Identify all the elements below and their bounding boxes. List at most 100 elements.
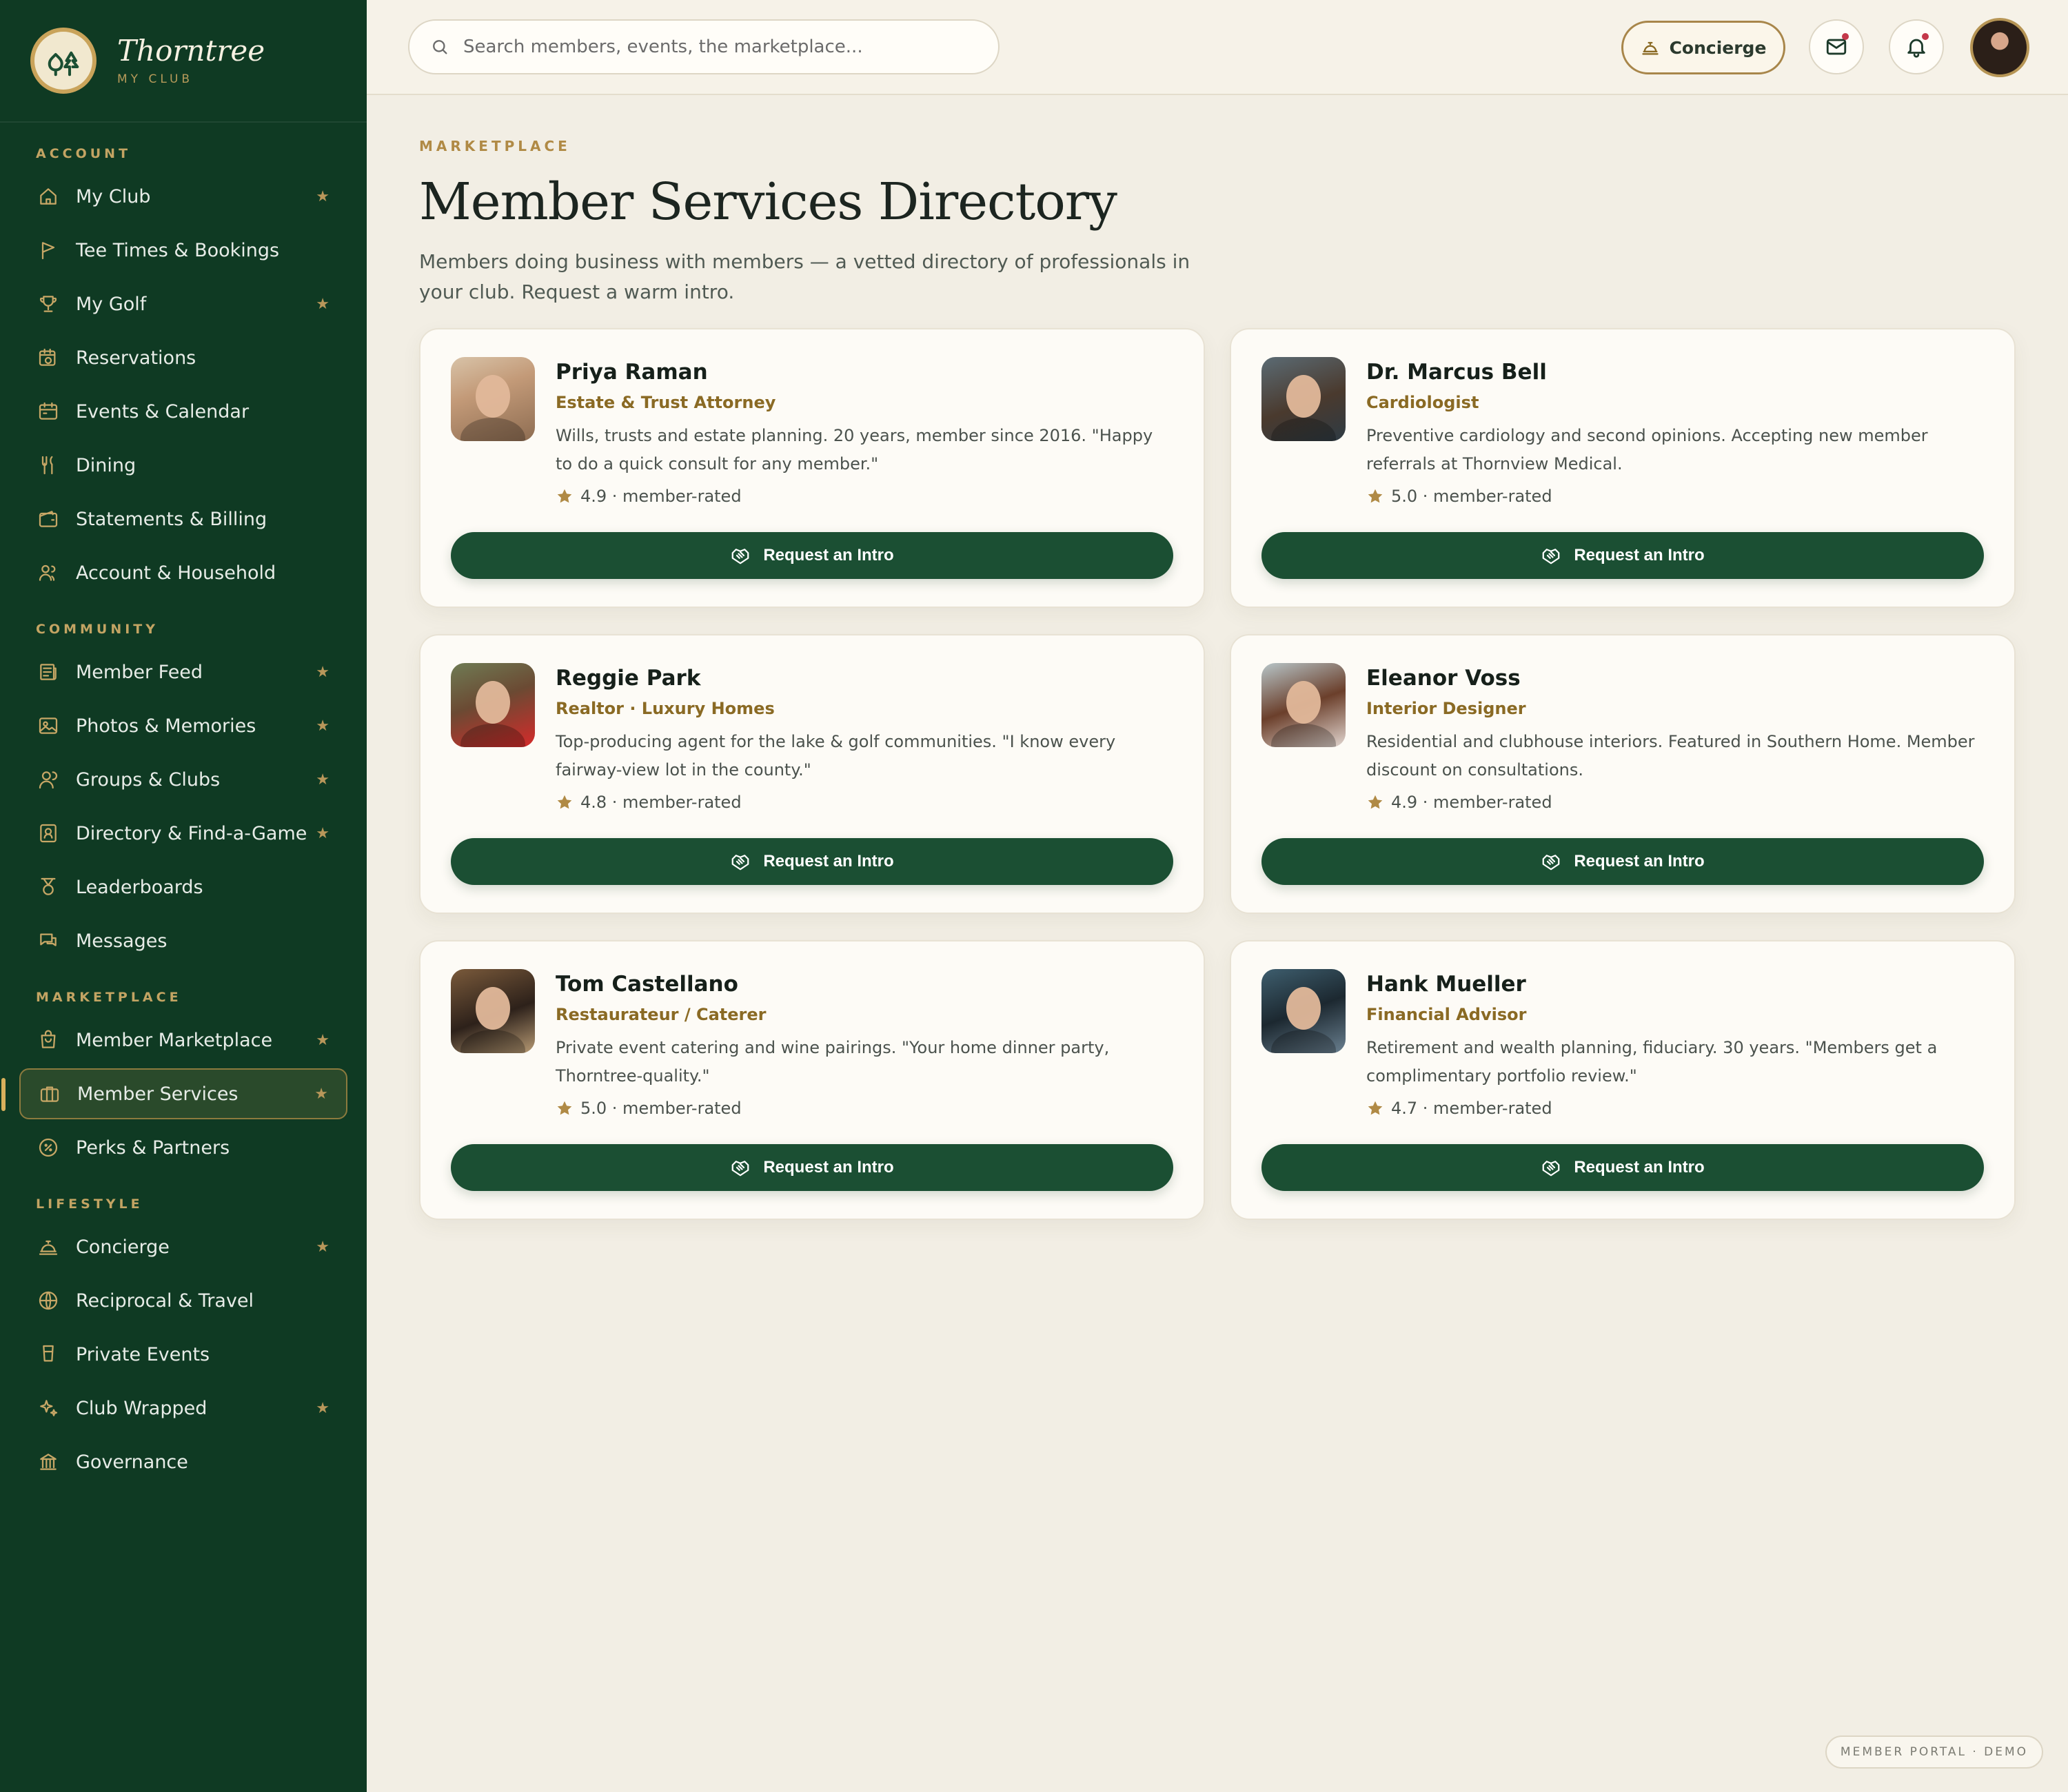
sidebar-item-label: Perks & Partners [76, 1137, 230, 1159]
sidebar-nav: ACCOUNT My Club ★ Tee Times & Bookings My Go… [0, 146, 367, 1487]
sidebar-item-member-services[interactable]: Member Services ★ [1, 1068, 347, 1119]
sidebar-item-my-club[interactable]: My Club ★ [19, 171, 347, 222]
member-name[interactable]: Hank Mueller [1366, 972, 1984, 997]
sidebar-item-perks-and-partners[interactable]: Perks & Partners [19, 1122, 347, 1173]
users-icon [36, 560, 61, 585]
sidebar-item-statements-and-billing[interactable]: Statements & Billing [19, 493, 347, 544]
sidebar-item-label: Member Marketplace [76, 1029, 273, 1051]
service-description: Preventive cardiology and second opinion… [1366, 426, 1928, 474]
member-photo-face [476, 681, 510, 724]
sidebar-item-dining[interactable]: Dining [19, 440, 347, 491]
star-icon [556, 793, 574, 811]
sidebar-item-label: Events & Calendar [76, 400, 250, 422]
request-intro-button[interactable]: Request an Intro [451, 532, 1173, 579]
rating-text: 5.0 · member-rated [580, 1099, 742, 1118]
sidebar-item-label: My Golf [76, 293, 147, 315]
sidebar-item-governance[interactable]: Governance [19, 1436, 347, 1487]
member-photo[interactable] [1261, 357, 1346, 441]
member-photo[interactable] [451, 969, 535, 1053]
brand[interactable]: Thorntree MY CLUB [0, 0, 367, 123]
briefcase-icon [37, 1081, 62, 1106]
handshake-icon [1541, 1157, 1561, 1178]
favorite-star-icon[interactable]: ★ [316, 1239, 330, 1256]
nav-section-heading: LIFESTYLE [36, 1197, 143, 1212]
active-indicator [1, 1078, 6, 1111]
member-name[interactable]: Tom Castellano [556, 972, 1173, 997]
search-bar[interactable] [408, 19, 1000, 74]
member-photo[interactable] [1261, 969, 1346, 1053]
sidebar-item-events-and-calendar[interactable]: Events & Calendar [19, 386, 347, 437]
sidebar-item-my-golf[interactable]: My Golf ★ [19, 278, 347, 329]
request-intro-button[interactable]: Request an Intro [451, 1144, 1173, 1191]
user-avatar[interactable] [1970, 18, 2029, 77]
service-description: Residential and clubhouse interiors. Fea… [1366, 732, 1975, 780]
favorite-star-icon[interactable]: ★ [316, 296, 330, 313]
home-icon [36, 184, 61, 209]
favorite-star-icon[interactable]: ★ [316, 825, 330, 842]
sidebar-item-label: Concierge [76, 1236, 170, 1258]
member-name[interactable]: Dr. Marcus Bell [1366, 360, 1984, 385]
shopping-bag-icon [36, 1028, 61, 1052]
favorite-star-icon[interactable]: ★ [316, 717, 330, 735]
sidebar-item-groups-and-clubs[interactable]: Groups & Clubs ★ [19, 754, 347, 805]
request-intro-button[interactable]: Request an Intro [1261, 838, 1984, 885]
member-name[interactable]: Reggie Park [556, 666, 1173, 691]
request-intro-button[interactable]: Request an Intro [1261, 532, 1984, 579]
favorite-star-icon[interactable]: ★ [316, 1400, 330, 1417]
search-input[interactable] [463, 37, 987, 57]
service-card: Hank Mueller Financial Advisor Retiremen… [1230, 940, 2016, 1220]
favorite-star-icon[interactable]: ★ [316, 188, 330, 205]
sidebar-item-tee-times-and-bookings[interactable]: Tee Times & Bookings [19, 225, 347, 276]
sidebar: Thorntree MY CLUB ACCOUNT My Club ★ Tee Tim… [0, 0, 367, 1792]
sidebar-item-club-wrapped[interactable]: Club Wrapped ★ [19, 1383, 347, 1434]
globe-icon [36, 1288, 61, 1313]
rating-text: 4.9 · member-rated [580, 487, 742, 506]
member-rating: 4.9 · member-rated [556, 487, 1173, 506]
service-card: Dr. Marcus Bell Cardiologist Preventive … [1230, 328, 2016, 608]
sidebar-item-reciprocal-and-travel[interactable]: Reciprocal & Travel [19, 1275, 347, 1326]
sidebar-item-member-marketplace[interactable]: Member Marketplace ★ [19, 1015, 347, 1066]
favorite-star-icon[interactable]: ★ [316, 664, 330, 681]
favorite-star-icon[interactable]: ★ [316, 1032, 330, 1049]
sidebar-item-concierge[interactable]: Concierge ★ [19, 1221, 347, 1272]
favorite-star-icon[interactable]: ★ [314, 1086, 328, 1103]
sidebar-item-private-events[interactable]: Private Events [19, 1329, 347, 1380]
sidebar-item-label: Member Services [77, 1083, 239, 1105]
sidebar-item-messages[interactable]: Messages [19, 915, 347, 966]
sidebar-item-directory-and-find-a-game[interactable]: Directory & Find-a-Game ★ [19, 808, 347, 859]
member-photo-face [1286, 375, 1321, 418]
favorite-star-icon[interactable]: ★ [316, 771, 330, 788]
member-photo-face [476, 375, 510, 418]
request-intro-button[interactable]: Request an Intro [1261, 1144, 1984, 1191]
sidebar-item-label: Reservations [76, 347, 196, 369]
sidebar-item-leaderboards[interactable]: Leaderboards [19, 862, 347, 913]
handshake-icon [730, 1157, 751, 1178]
nav-section-lifestyle: LIFESTYLE Concierge ★ Reciprocal & Travel Pr… [0, 1197, 367, 1487]
sidebar-item-label: Statements & Billing [76, 508, 267, 530]
member-photo-face [476, 987, 510, 1030]
image-icon [36, 713, 61, 738]
sidebar-item-member-feed[interactable]: Member Feed ★ [19, 646, 347, 698]
notifications-button[interactable] [1889, 19, 1944, 74]
member-profession: Estate & Trust Attorney [556, 393, 776, 412]
sidebar-item-reservations[interactable]: Reservations [19, 332, 347, 383]
sidebar-item-label: Groups & Clubs [76, 768, 221, 791]
sidebar-item-label: Reciprocal & Travel [76, 1290, 254, 1312]
page-subtitle: Members doing business with members — a … [419, 250, 1190, 303]
request-intro-label: Request an Intro [1574, 852, 1705, 870]
messages-button[interactable] [1809, 19, 1864, 74]
star-icon [556, 487, 574, 505]
request-intro-button[interactable]: Request an Intro [451, 838, 1173, 885]
main-content: MARKETPLACE Member Services Directory Me… [419, 138, 2016, 1220]
sidebar-item-photos-and-memories[interactable]: Photos & Memories ★ [19, 700, 347, 751]
member-photo[interactable] [451, 357, 535, 441]
brand-name: Thorntree [117, 33, 265, 68]
member-photo[interactable] [1261, 663, 1346, 747]
sidebar-item-account-and-household[interactable]: Account & Household [19, 547, 347, 598]
star-icon [1366, 793, 1384, 811]
member-photo[interactable] [451, 663, 535, 747]
concierge-button[interactable]: Concierge [1621, 21, 1785, 74]
member-name[interactable]: Priya Raman [556, 360, 1173, 385]
sidebar-item-label: Member Feed [76, 661, 203, 683]
member-name[interactable]: Eleanor Voss [1366, 666, 1984, 691]
